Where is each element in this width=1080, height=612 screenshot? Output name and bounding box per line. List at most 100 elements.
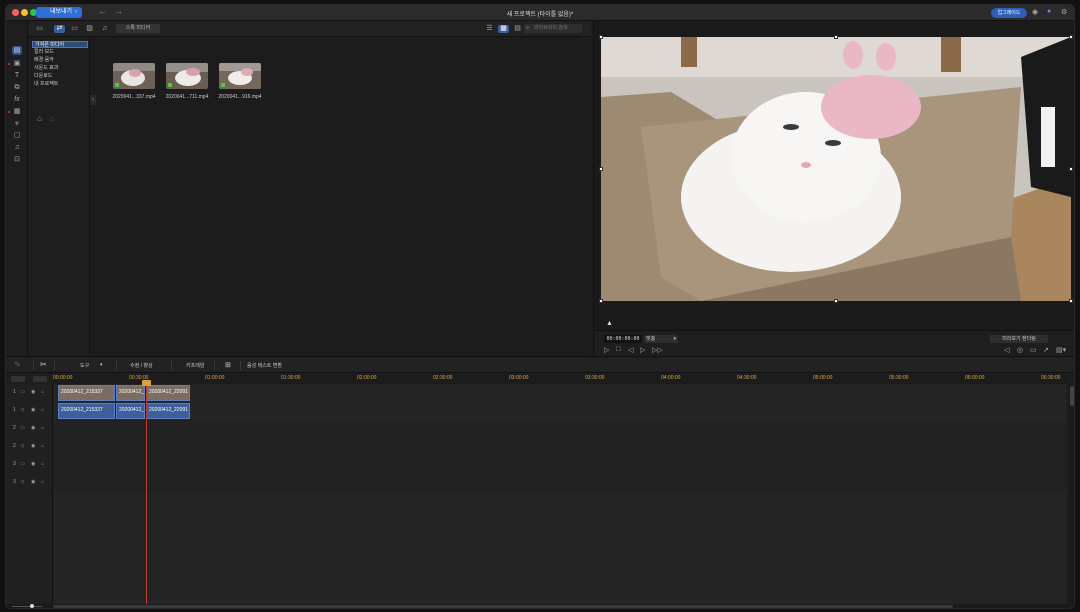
- keyframe-button[interactable]: 키프레임: [186, 362, 204, 369]
- timeline-vertical-scrollbar[interactable]: [1069, 384, 1074, 604]
- track-lane[interactable]: 20200412_215337 20200412_2 20200412_2209…: [53, 384, 1066, 402]
- track-lane[interactable]: [53, 474, 1066, 492]
- speech-to-text-button[interactable]: 음성 텍스트 변환: [247, 362, 282, 369]
- filter-video-icon[interactable]: ▭: [69, 25, 80, 33]
- render-preview-button[interactable]: 미리보기 렌더링: [990, 335, 1048, 343]
- scrollbar-thumb[interactable]: [1070, 386, 1074, 406]
- user-icon[interactable]: ◉: [1032, 8, 1038, 16]
- lock-icon[interactable]: ⌂: [41, 461, 44, 467]
- add-tag-icon[interactable]: ⌂: [37, 114, 42, 123]
- resize-handle[interactable]: [1069, 299, 1073, 303]
- resize-handle[interactable]: [599, 167, 603, 171]
- video-clip[interactable]: 20200412_22091: [146, 385, 190, 401]
- category-item[interactable]: 다운로드: [32, 73, 88, 80]
- particle-room-icon[interactable]: ⩔: [12, 119, 22, 128]
- video-clip[interactable]: 20200412_2: [116, 385, 145, 401]
- filter-all-icon[interactable]: ⇄: [54, 25, 65, 33]
- remove-tag-icon[interactable]: ⌂: [50, 114, 55, 123]
- category-item[interactable]: 사운드 효과: [32, 65, 88, 72]
- import-media-icon[interactable]: ▭: [34, 25, 45, 33]
- lock-icon[interactable]: ⌂: [41, 389, 44, 395]
- settings-gear-icon[interactable]: ⚙: [1061, 8, 1067, 16]
- timeline-horizontal-scrollbar[interactable]: [53, 605, 953, 608]
- filter-image-icon[interactable]: ▨: [84, 25, 95, 33]
- fit-dropdown[interactable]: 맞춤 ▾: [644, 335, 678, 343]
- resize-handle[interactable]: [1069, 35, 1073, 39]
- lock-icon[interactable]: ⌂: [41, 425, 44, 431]
- eye-icon[interactable]: ◉: [31, 443, 35, 449]
- upgrade-button[interactable]: 업그레이드: [991, 8, 1027, 18]
- track-lane[interactable]: [53, 420, 1066, 438]
- playhead-handle[interactable]: [142, 380, 151, 386]
- microphone-icon[interactable]: ♫: [12, 143, 22, 152]
- media-thumbnail[interactable]: [113, 63, 155, 89]
- eye-icon[interactable]: ◉: [31, 461, 35, 467]
- lock-icon[interactable]: ⌂: [41, 479, 44, 485]
- category-item[interactable]: 내 프로젝트: [32, 81, 88, 88]
- track-lane[interactable]: 20200412_215337 20200412_ 20200412_22091: [53, 402, 1066, 420]
- track-lane[interactable]: [53, 456, 1066, 474]
- eye-icon[interactable]: ◉: [31, 389, 35, 395]
- category-item[interactable]: 컬러 보드: [32, 49, 88, 56]
- lock-icon[interactable]: ⌂: [41, 407, 44, 413]
- stock-media-button[interactable]: 스톡 미디어: [116, 24, 160, 33]
- edit-pen-icon[interactable]: ✎: [14, 360, 21, 369]
- eye-icon[interactable]: ◉: [31, 407, 35, 413]
- stop-icon[interactable]: □: [616, 346, 620, 353]
- audio-clip[interactable]: 20200412_: [116, 403, 145, 419]
- track-options-button[interactable]: [33, 376, 47, 382]
- eye-icon[interactable]: ◉: [31, 479, 35, 485]
- zoom-slider-knob[interactable]: [30, 604, 34, 608]
- empty-timeline-area[interactable]: [53, 492, 1066, 604]
- quality-icon[interactable]: ▭: [1030, 346, 1037, 354]
- title-room-icon[interactable]: T: [12, 71, 22, 80]
- resize-handle[interactable]: [599, 299, 603, 303]
- timecode-display[interactable]: 00:00:00:00: [604, 335, 642, 343]
- resize-handle[interactable]: [599, 35, 603, 39]
- track-manager-button[interactable]: [11, 376, 25, 382]
- notification-icon[interactable]: ●: [1047, 8, 1051, 15]
- media-room-icon[interactable]: ▤: [12, 46, 22, 55]
- media-thumbnail[interactable]: [166, 63, 208, 89]
- grid-view-icon[interactable]: ▦: [498, 25, 509, 33]
- overlay-room-icon[interactable]: ▦: [12, 107, 22, 116]
- lock-icon[interactable]: ⌂: [41, 443, 44, 449]
- fast-forward-icon[interactable]: ▷▷: [652, 346, 663, 354]
- category-item[interactable]: 가져온 미디어: [32, 41, 88, 48]
- track-lane[interactable]: [53, 438, 1066, 456]
- preview-frame[interactable]: [601, 37, 1071, 301]
- video-clip[interactable]: 20200412_215337: [58, 385, 115, 401]
- preview-scrubber-handle[interactable]: ▲: [606, 320, 613, 327]
- category-item[interactable]: 배경 음악: [32, 57, 88, 64]
- zoom-slider-track[interactable]: [12, 606, 42, 607]
- library-search-input[interactable]: ⌕ 라이브러리 검색: [524, 24, 582, 33]
- collapse-panel-icon[interactable]: ‹: [90, 95, 96, 105]
- effect-room-icon[interactable]: fx: [12, 95, 22, 104]
- media-thumbnail[interactable]: [219, 63, 261, 89]
- list-view-icon[interactable]: ☰: [484, 25, 495, 33]
- resize-handle[interactable]: [834, 35, 838, 39]
- display-options-icon[interactable]: ▤▾: [1056, 346, 1066, 354]
- timeline-ruler[interactable]: 00:00:00 00:30:00 01:00:00 01:30:00 02:0…: [53, 374, 1066, 384]
- multi-trim-icon[interactable]: ⊞: [225, 361, 231, 369]
- snapshot-icon[interactable]: ◎: [1017, 346, 1023, 354]
- undock-icon[interactable]: ↗: [1043, 346, 1049, 354]
- audio-clip[interactable]: 20200412_215337: [58, 403, 115, 419]
- volume-icon[interactable]: ◁: [1004, 346, 1009, 354]
- next-frame-icon[interactable]: ▷: [640, 346, 645, 354]
- template-room-icon[interactable]: ▣: [12, 59, 22, 68]
- subtitle-room-icon[interactable]: ⊡: [12, 155, 22, 164]
- sort-icon[interactable]: ▤: [512, 25, 523, 33]
- tools-menu[interactable]: 도구: [80, 362, 89, 369]
- resize-handle[interactable]: [834, 299, 838, 303]
- audio-clip[interactable]: 20200412_22091: [146, 403, 190, 419]
- pip-room-icon[interactable]: ▢: [12, 131, 22, 140]
- eye-icon[interactable]: ◉: [31, 425, 35, 431]
- filter-audio-icon[interactable]: ♫: [99, 25, 110, 33]
- scissors-icon[interactable]: ✂: [40, 360, 47, 369]
- play-icon[interactable]: ▷: [604, 346, 609, 354]
- previous-frame-icon[interactable]: ◁: [628, 346, 633, 354]
- edit-enhance-button[interactable]: 수정 / 향상: [130, 362, 153, 369]
- transition-room-icon[interactable]: ⧉: [12, 83, 22, 92]
- resize-handle[interactable]: [1069, 167, 1073, 171]
